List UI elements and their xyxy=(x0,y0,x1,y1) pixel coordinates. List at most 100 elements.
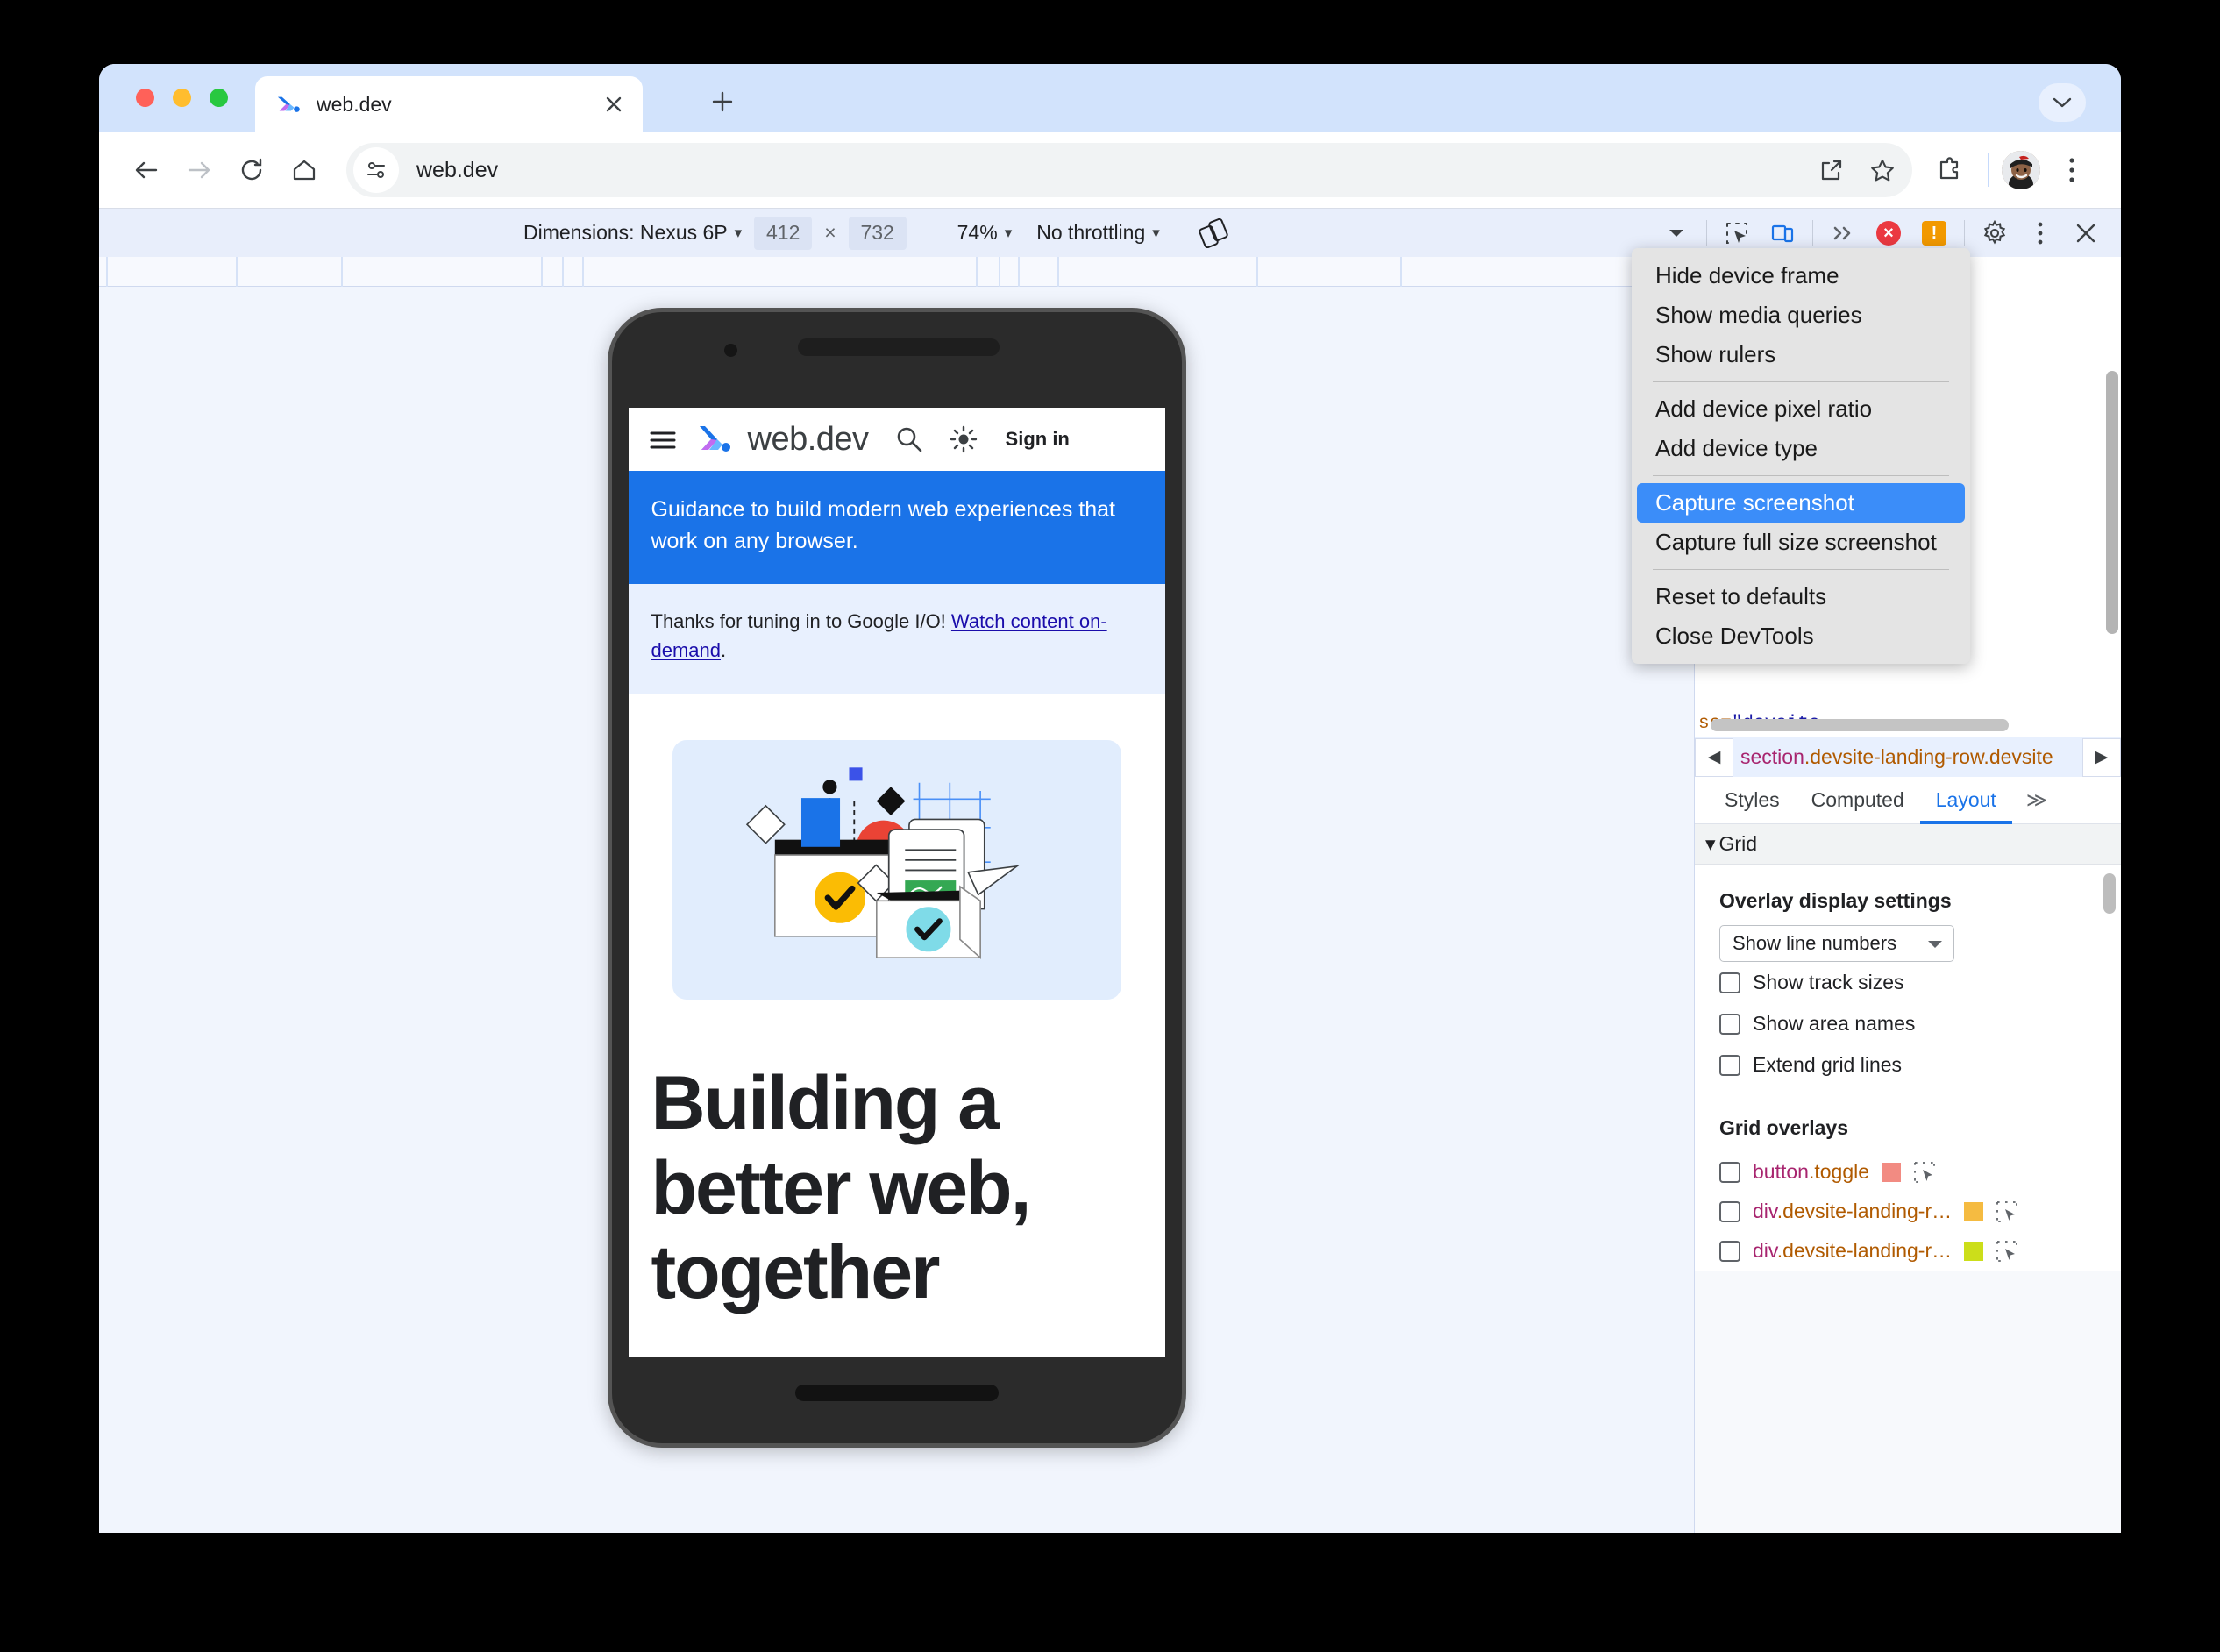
breadcrumb-scroll-right[interactable]: ▶ xyxy=(2082,737,2121,777)
close-devtools-icon[interactable] xyxy=(2063,210,2109,256)
menu-item-close-devtools[interactable]: Close DevTools xyxy=(1632,616,1970,656)
url-text[interactable]: web.dev xyxy=(416,158,498,183)
grid-overlay-row[interactable]: div.devsite-landing-r… xyxy=(1695,1231,2121,1271)
back-button[interactable] xyxy=(120,144,173,196)
select-element-icon[interactable] xyxy=(1996,1200,2018,1223)
layout-body: Overlay display settings Show line numbe… xyxy=(1695,865,2121,1271)
checkbox-icon[interactable] xyxy=(1719,1240,1740,1262)
more-tabs-icon[interactable]: ≫ xyxy=(2012,788,2061,812)
address-bar[interactable]: web.dev xyxy=(346,143,1912,197)
share-icon[interactable] xyxy=(1807,146,1856,195)
window-traffic-lights xyxy=(136,89,228,107)
search-icon[interactable] xyxy=(895,425,923,453)
menu-item-reset-to-defaults[interactable]: Reset to defaults xyxy=(1632,577,1970,616)
menu-item-capture-screenshot[interactable]: Capture screenshot xyxy=(1637,483,1965,523)
zoom-value: 74% xyxy=(957,221,998,244)
select-element-icon[interactable] xyxy=(1913,1161,1936,1184)
reload-button[interactable] xyxy=(225,144,278,196)
checkbox-label: Show track sizes xyxy=(1753,971,1904,993)
toolbar-divider xyxy=(1812,220,1813,246)
home-indicator xyxy=(794,1385,999,1401)
speaker-grille xyxy=(797,338,1000,356)
menu-item-add-device-pixel-ratio[interactable]: Add device pixel ratio xyxy=(1632,389,1970,429)
hero-banner: Guidance to build modern web experiences… xyxy=(628,471,1165,584)
overlay-settings-title: Overlay display settings xyxy=(1719,889,1952,912)
avatar[interactable] xyxy=(2002,151,2040,189)
theme-toggle-icon[interactable] xyxy=(950,425,978,453)
checkbox-label: Show area names xyxy=(1753,1012,1916,1035)
grid-overlay-color-swatch[interactable] xyxy=(1964,1241,1984,1261)
webdev-logo-icon[interactable] xyxy=(697,421,734,458)
throttling-dropdown[interactable]: No throttling ▾ xyxy=(1024,215,1172,252)
browser-tab[interactable]: web.dev xyxy=(255,76,643,132)
checkbox-icon[interactable] xyxy=(1719,1161,1740,1183)
webdev-favicon-icon xyxy=(276,91,302,117)
menu-item-show-media-queries[interactable]: Show media queries xyxy=(1632,296,1970,335)
bookmark-star-icon[interactable] xyxy=(1858,146,1907,195)
overlay-display-select[interactable]: Show line numbers xyxy=(1719,925,1954,962)
viewport-width-input[interactable]: 412 xyxy=(754,216,813,250)
tab-styles[interactable]: Styles xyxy=(1709,777,1796,824)
toolbar-divider xyxy=(1988,153,1989,187)
menu-item-capture-full-size-screenshot[interactable]: Capture full size screenshot xyxy=(1632,523,1970,562)
breadcrumb-current[interactable]: section.devsite-landing-row.devsite xyxy=(1733,745,2082,769)
device-toolbar-controls: Dimensions: Nexus 6P ▾ 412 × 732 74% ▾ N… xyxy=(511,213,1237,253)
tab-layout[interactable]: Layout xyxy=(1920,777,2012,824)
menu-item-hide-device-frame[interactable]: Hide device frame xyxy=(1632,256,1970,296)
viewport-height-input[interactable]: 732 xyxy=(848,216,907,250)
select-element-icon[interactable] xyxy=(1996,1240,2018,1263)
dom-tree-horizontal-scrollbar[interactable] xyxy=(1711,719,2009,731)
announcement-suffix: . xyxy=(721,638,727,661)
device-toolbar-context-menu: Hide device frame Show media queries Sho… xyxy=(1632,248,1970,664)
minimize-window-button[interactable] xyxy=(173,89,191,107)
layout-panel-scrollbar[interactable] xyxy=(2103,873,2116,914)
checkbox-show-area-names[interactable]: Show area names xyxy=(1695,1003,2121,1044)
dom-tree-vertical-scrollbar[interactable] xyxy=(2106,371,2118,634)
checkbox-icon[interactable] xyxy=(1719,1013,1740,1035)
omnibox-actions xyxy=(1807,146,1907,195)
gear-icon[interactable] xyxy=(1972,210,2017,256)
checkbox-icon[interactable] xyxy=(1719,972,1740,993)
site-settings-icon[interactable] xyxy=(353,147,399,193)
grid-overlay-row[interactable]: button.toggle xyxy=(1695,1152,2121,1192)
rotate-device-icon[interactable] xyxy=(1190,213,1237,253)
close-tab-icon[interactable] xyxy=(599,89,629,119)
device-screen[interactable]: web.dev Sign in Guidance to build modern… xyxy=(628,408,1165,1357)
devtools-menu-icon[interactable] xyxy=(2017,210,2063,256)
sign-in-button[interactable]: Sign in xyxy=(1006,428,1070,451)
maximize-window-button[interactable] xyxy=(210,89,228,107)
chevron-down-icon: ▾ xyxy=(1152,224,1160,241)
breadcrumb[interactable]: ◀ section.devsite-landing-row.devsite ▶ xyxy=(1695,737,2121,777)
checkbox-show-track-sizes[interactable]: Show track sizes xyxy=(1695,962,2121,1003)
toolbar-divider xyxy=(1964,220,1965,246)
menu-item-show-rulers[interactable]: Show rulers xyxy=(1632,335,1970,374)
new-tab-icon[interactable] xyxy=(704,83,741,120)
grid-section-header[interactable]: ▾ Grid xyxy=(1695,824,2121,865)
hamburger-menu-icon[interactable] xyxy=(648,424,678,454)
breadcrumb-scroll-left[interactable]: ◀ xyxy=(1695,737,1733,777)
browser-menu-icon[interactable] xyxy=(2047,146,2096,195)
close-window-button[interactable] xyxy=(136,89,154,107)
home-button[interactable] xyxy=(278,144,331,196)
error-icon: × xyxy=(1876,221,1901,246)
device-preset-dropdown[interactable]: Dimensions: Nexus 6P ▾ xyxy=(511,215,754,252)
tab-title: web.dev xyxy=(317,92,392,116)
extensions-icon[interactable] xyxy=(1925,145,1975,196)
announcement-bar: Thanks for tuning in to Google I/O! Watc… xyxy=(628,583,1165,694)
forward-button[interactable] xyxy=(173,144,225,196)
toolbar-divider xyxy=(1706,220,1707,246)
menu-item-add-device-type[interactable]: Add device type xyxy=(1632,429,1970,468)
checkbox-extend-grid-lines[interactable]: Extend grid lines xyxy=(1695,1044,2121,1086)
grid-overlay-color-swatch[interactable] xyxy=(1882,1162,1902,1182)
grid-overlay-row[interactable]: div.devsite-landing-r… xyxy=(1695,1192,2121,1231)
checkbox-icon[interactable] xyxy=(1719,1200,1740,1222)
grid-overlay-color-swatch[interactable] xyxy=(1964,1201,1984,1221)
checkbox-icon[interactable] xyxy=(1719,1054,1740,1076)
dimension-separator: × xyxy=(824,221,836,244)
tab-computed[interactable]: Computed xyxy=(1796,777,1920,824)
media-query-inspector[interactable] xyxy=(99,257,1694,287)
zoom-dropdown[interactable]: 74% ▾ xyxy=(945,215,1025,252)
chevron-down-icon[interactable] xyxy=(2039,83,2086,122)
hero-illustration xyxy=(672,739,1121,1000)
overlay-select-value: Show line numbers xyxy=(1733,932,1897,954)
